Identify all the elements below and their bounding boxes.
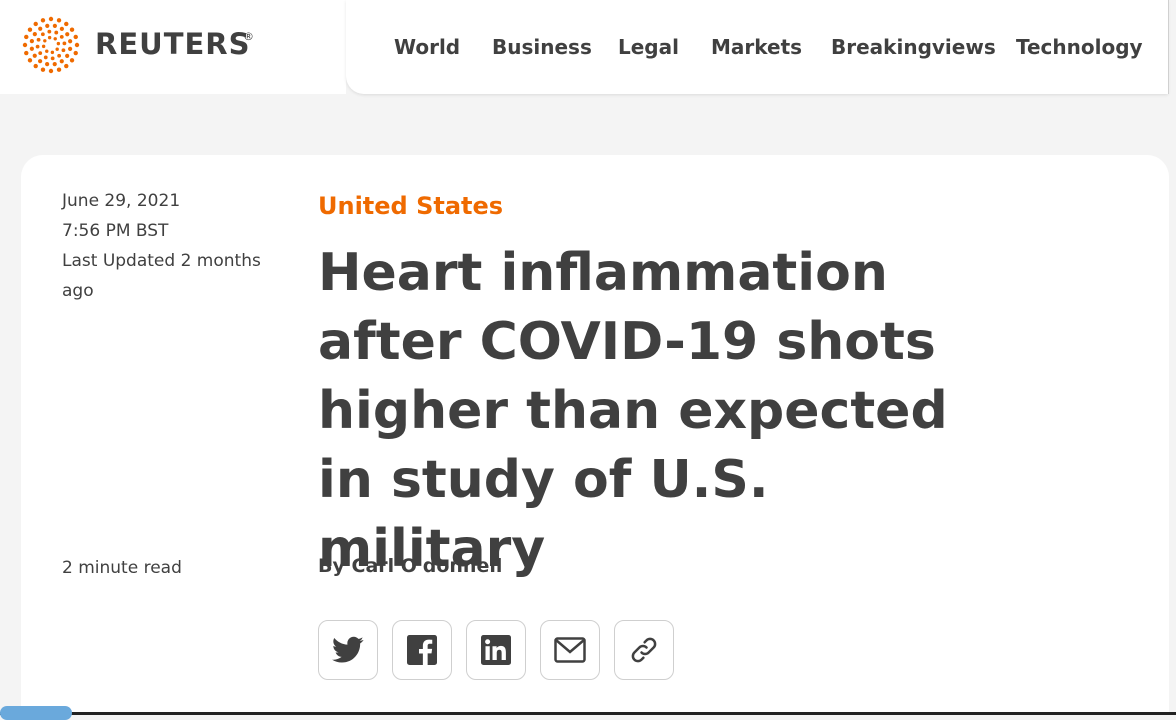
last-updated: Last Updated 2 months ago bbox=[62, 251, 261, 301]
linkedin-icon bbox=[481, 635, 511, 665]
share-linkedin-button[interactable] bbox=[466, 620, 526, 680]
nav-item-technology[interactable]: Technology bbox=[1016, 32, 1143, 62]
byline: By Carl O'donnell bbox=[318, 551, 502, 581]
nav-divider bbox=[1168, 0, 1169, 94]
main-nav: World Business Legal Markets Breakingvie… bbox=[346, 0, 1168, 94]
reuters-logo-icon bbox=[22, 16, 80, 74]
share-twitter-button[interactable] bbox=[318, 620, 378, 680]
twitter-icon bbox=[332, 636, 364, 663]
brand-name: REUTERS bbox=[95, 27, 251, 61]
author-link[interactable]: Carl O'donnell bbox=[352, 555, 503, 577]
nav-item-legal[interactable]: Legal bbox=[618, 32, 679, 62]
article-date: June 29, 2021 bbox=[62, 191, 181, 211]
email-icon bbox=[554, 637, 586, 663]
section-link[interactable]: United States bbox=[318, 188, 503, 224]
logo-link[interactable]: REUTERS ® bbox=[0, 0, 346, 94]
registered-mark: ® bbox=[243, 30, 254, 43]
nav-item-markets[interactable]: Markets bbox=[711, 32, 802, 62]
site-header: REUTERS ® World Business Legal Markets B… bbox=[0, 0, 1176, 98]
nav-item-business[interactable]: Business bbox=[492, 32, 592, 62]
article-headline: Heart inflammation after COVID-19 shots … bbox=[318, 243, 948, 579]
copy-link-button[interactable] bbox=[614, 620, 674, 680]
article-time: 7:56 PM BST bbox=[62, 221, 169, 241]
facebook-icon bbox=[407, 635, 437, 665]
floating-widget[interactable] bbox=[0, 706, 72, 720]
article-card: June 29, 2021 7:56 PM BST Last Updated 2… bbox=[21, 155, 1169, 715]
nav-item-breakingviews[interactable]: Breakingviews bbox=[831, 32, 996, 62]
share-email-button[interactable] bbox=[540, 620, 600, 680]
share-facebook-button[interactable] bbox=[392, 620, 452, 680]
byline-prefix: By bbox=[318, 555, 345, 577]
nav-item-world[interactable]: World bbox=[394, 32, 460, 62]
link-icon bbox=[631, 637, 657, 663]
read-time: 2 minute read bbox=[62, 558, 182, 578]
